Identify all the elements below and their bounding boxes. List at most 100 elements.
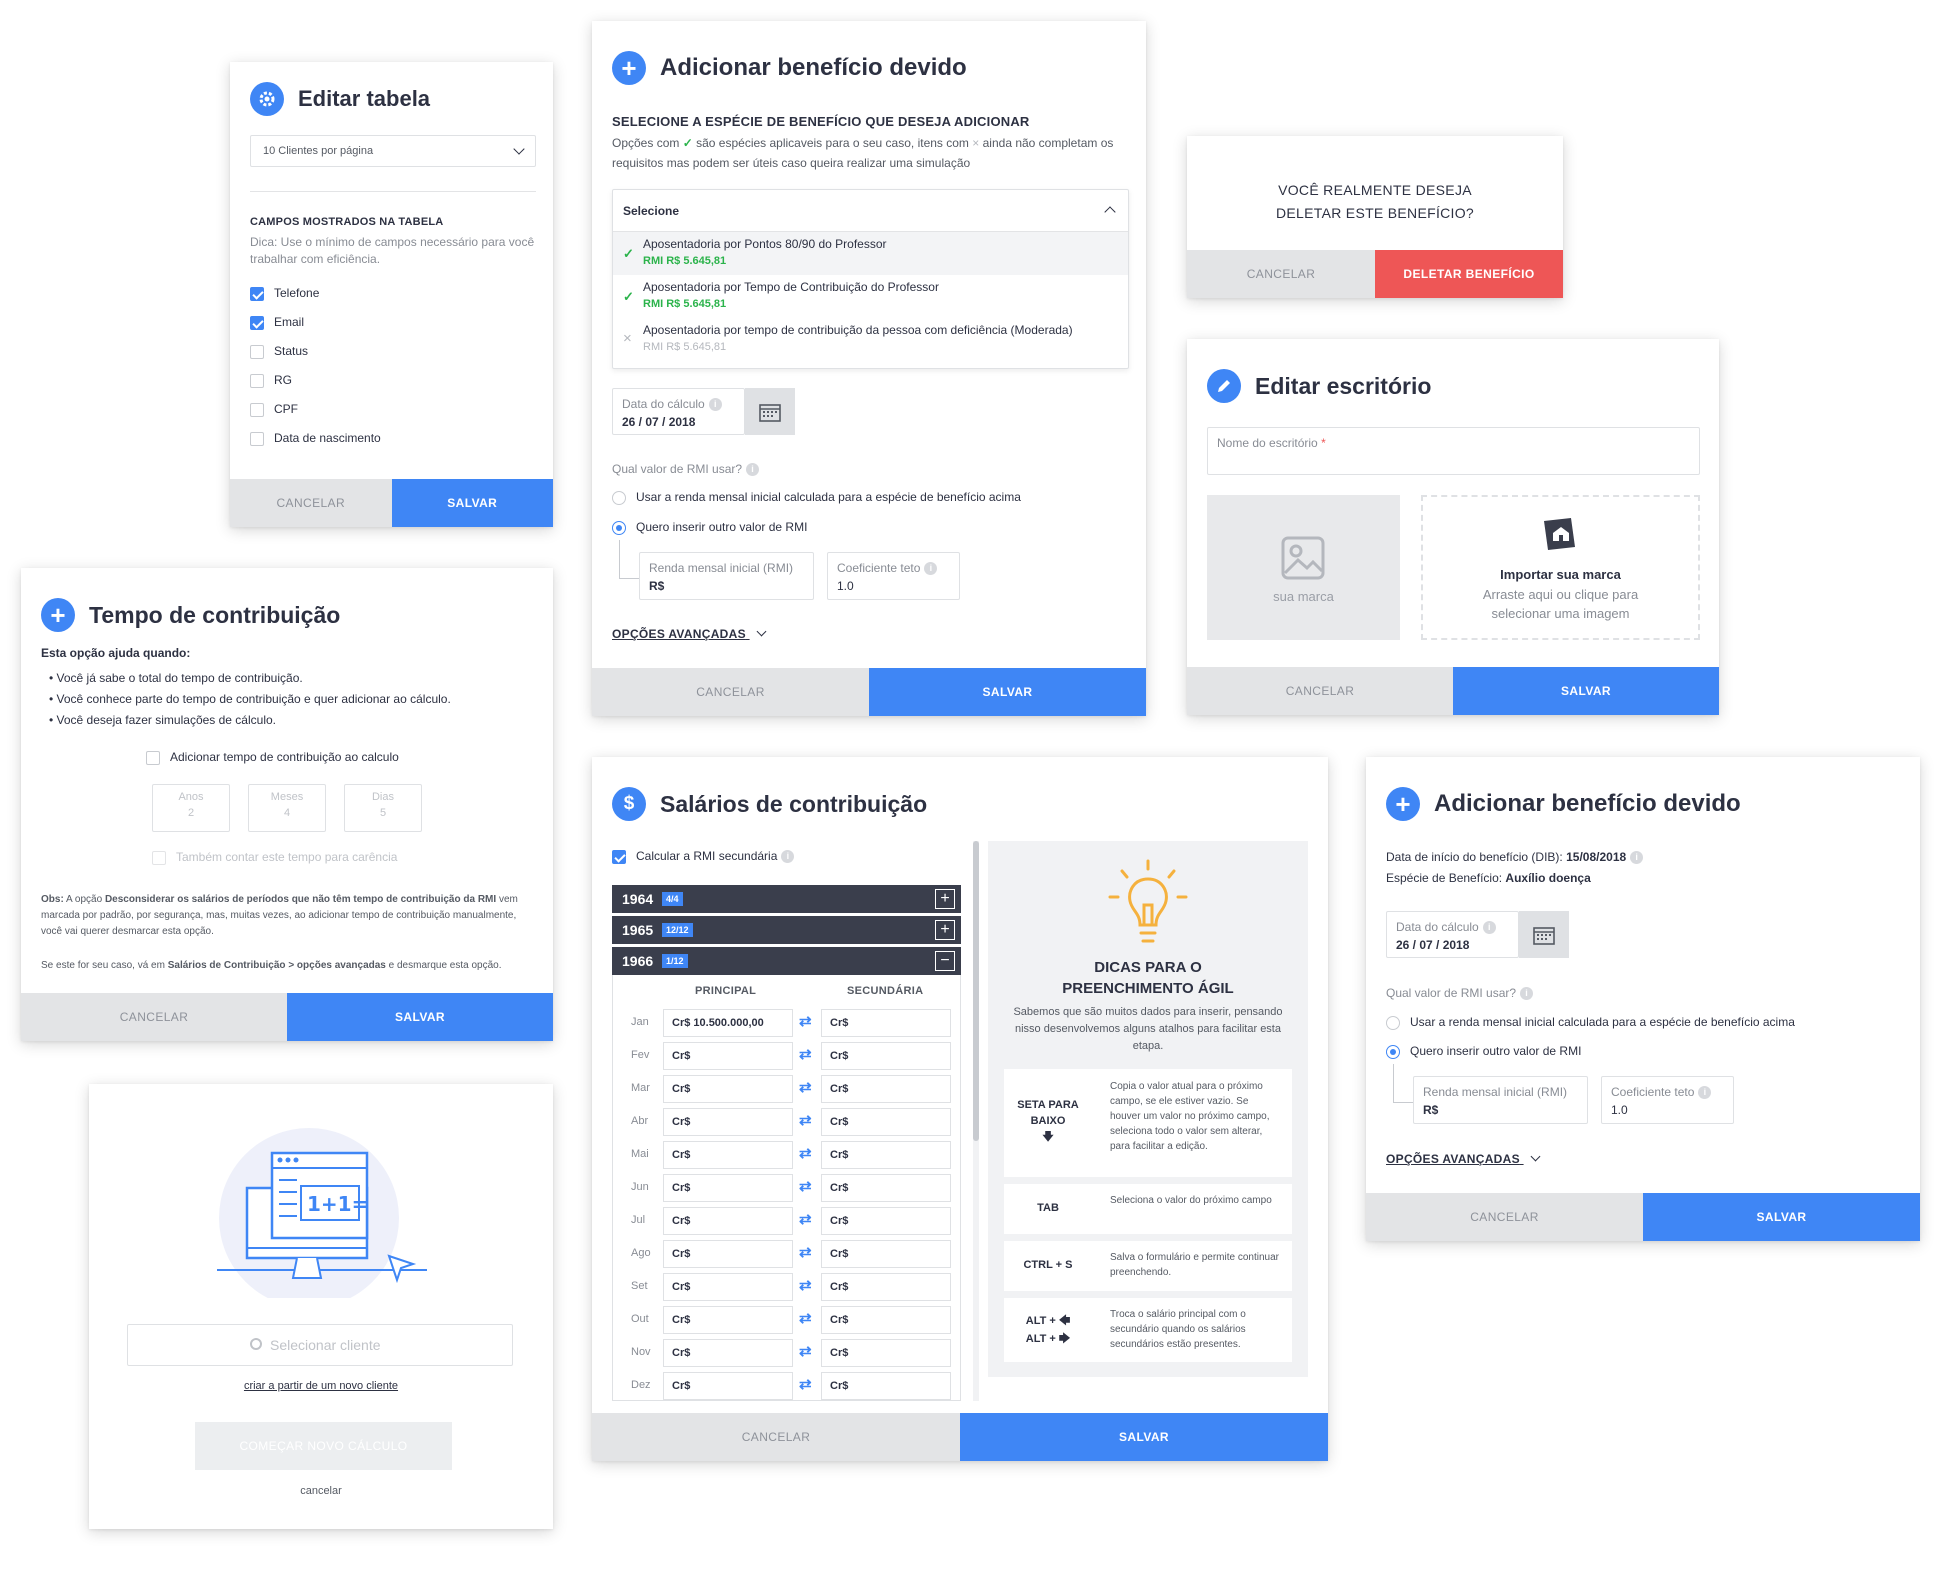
advanced-options-link[interactable]: OPÇÕES AVANÇADAS [612,626,767,641]
secundaria-input[interactable]: Cr$ [821,1108,951,1136]
radio-option-custom[interactable]: Quero inserir outro valor de RMI [1386,1044,1581,1059]
principal-input[interactable]: Cr$ [663,1273,793,1301]
checkbox[interactable] [250,402,264,417]
secundaria-input[interactable]: Cr$ [821,1141,951,1169]
checkbox[interactable] [250,373,264,388]
year-header-1964[interactable]: 1964 4/4 + [612,885,961,913]
date-field[interactable]: Data do cálculo i 26 / 07 / 2018 [1386,911,1519,958]
advanced-options-link[interactable]: OPÇÕES AVANÇADAS [1386,1151,1541,1166]
principal-input[interactable]: Cr$ [663,1108,793,1136]
secundaria-input[interactable]: Cr$ [821,1240,951,1268]
per-page-select[interactable]: 10 Clientes por página [250,135,536,167]
especie-option[interactable]: × Aposentadoria por tempo de contribuiçã… [613,318,1128,361]
date-field[interactable]: Data do cálculo i 26 / 07 / 2018 [612,388,745,435]
cancel-button[interactable]: CANCELAR [1187,667,1453,715]
radio[interactable] [612,490,626,505]
secundaria-input[interactable]: Cr$ [821,1207,951,1235]
checkbox[interactable] [250,315,264,330]
swap-icon[interactable]: ⇄ [799,1342,812,1360]
swap-icon[interactable]: ⇄ [799,1144,812,1162]
import-dropzone[interactable]: Importar sua marca Arraste aqui ou cliqu… [1421,495,1700,640]
principal-input[interactable]: Cr$ [663,1306,793,1334]
principal-input[interactable]: Cr$ [663,1075,793,1103]
add-tempo-checkbox-row[interactable]: Adicionar tempo de contribuição ao calcu… [146,750,399,765]
swap-icon[interactable]: ⇄ [799,1210,812,1228]
rmi-input[interactable]: Renda mensal inicial (RMI) R$ [639,552,814,600]
checkbox[interactable] [250,286,264,301]
cancel-button[interactable]: CANCELAR [1187,250,1375,298]
field-option-nascimento[interactable]: Data de nascimento [250,431,381,460]
radio[interactable] [1386,1044,1400,1059]
cancel-button[interactable]: CANCELAR [592,1413,960,1461]
principal-input[interactable]: Cr$ [663,1240,793,1268]
swap-icon[interactable]: ⇄ [799,1078,812,1096]
swap-icon[interactable]: ⇄ [799,1375,812,1393]
radio-option-calculated[interactable]: Usar a renda mensal inicial calculada pa… [1386,1015,1795,1030]
secundaria-input[interactable]: Cr$ [821,1339,951,1367]
year-header-1966[interactable]: 1966 1/12 − [612,947,961,975]
comecar-calculo-button[interactable]: COMEÇAR NOVO CÁLCULO [195,1422,452,1470]
rmi-secundaria-checkbox-row[interactable]: Calcular a RMI secundária i [612,849,795,864]
swap-icon[interactable]: ⇄ [799,1111,812,1129]
save-button[interactable]: SALVAR [869,668,1146,716]
dias-input[interactable]: Dias 5 [344,784,422,832]
swap-icon[interactable]: ⇄ [799,1012,812,1030]
save-button[interactable]: SALVAR [960,1413,1328,1461]
field-option-status[interactable]: Status [250,344,381,373]
save-button[interactable]: SALVAR [1453,667,1719,715]
anos-input[interactable]: Anos 2 [152,784,230,832]
principal-input[interactable]: Cr$ 10.500.000,00 [663,1009,793,1037]
checkbox[interactable] [250,344,264,359]
salarios-scroll-area[interactable]: 1964 4/4 + 1965 12/12 + 1966 1/12 − PRIN… [612,885,961,1401]
radio[interactable] [612,520,626,535]
secundaria-input[interactable]: Cr$ [821,1075,951,1103]
principal-input[interactable]: Cr$ [663,1372,793,1400]
principal-input[interactable]: Cr$ [663,1339,793,1367]
cancel-link[interactable]: cancelar [89,1485,553,1497]
principal-input[interactable]: Cr$ [663,1207,793,1235]
secundaria-input[interactable]: Cr$ [821,1372,951,1400]
radio-option-custom[interactable]: Quero inserir outro valor de RMI [612,520,807,535]
secundaria-input[interactable]: Cr$ [821,1042,951,1070]
swap-icon[interactable]: ⇄ [799,1177,812,1195]
year-header-1965[interactable]: 1965 12/12 + [612,916,961,944]
rmi-input[interactable]: Renda mensal inicial (RMI) R$ [1413,1076,1588,1124]
swap-icon[interactable]: ⇄ [799,1276,812,1294]
swap-icon[interactable]: ⇄ [799,1309,812,1327]
carencia-checkbox-row[interactable]: Também contar este tempo para carência [152,850,397,865]
scrollbar-thumb[interactable] [973,841,979,1141]
swap-icon[interactable]: ⇄ [799,1243,812,1261]
novo-cliente-link[interactable]: criar a partir de um novo cliente [89,1380,553,1392]
calendar-button[interactable] [1519,911,1569,958]
field-option-email[interactable]: Email [250,315,381,344]
swap-icon[interactable]: ⇄ [799,1045,812,1063]
principal-input[interactable]: Cr$ [663,1174,793,1202]
secundaria-input[interactable]: Cr$ [821,1009,951,1037]
especie-option[interactable]: ✓ Aposentadoria por Tempo de Contribuiçã… [613,275,1128,318]
scrollbar[interactable] [973,841,979,1401]
collapse-icon[interactable]: − [935,951,955,971]
principal-input[interactable]: Cr$ [663,1141,793,1169]
radio-option-calculated[interactable]: Usar a renda mensal inicial calculada pa… [612,490,1021,505]
save-button[interactable]: SALVAR [287,993,553,1041]
calendar-button[interactable] [745,388,795,435]
selecionar-cliente-input[interactable]: Selecionar cliente [127,1324,513,1366]
select-header[interactable]: Selecione [613,190,1128,232]
coef-input[interactable]: Coeficiente teto i 1.0 [827,552,960,600]
secundaria-input[interactable]: Cr$ [821,1273,951,1301]
especie-option[interactable]: ✓ Aposentadoria por Pontos 80/90 do Prof… [613,232,1128,275]
secundaria-input[interactable]: Cr$ [821,1306,951,1334]
expand-icon[interactable]: + [935,889,955,909]
field-option-cpf[interactable]: CPF [250,402,381,431]
cancel-button[interactable]: CANCELAR [592,668,869,716]
secundaria-input[interactable]: Cr$ [821,1174,951,1202]
field-option-telefone[interactable]: Telefone [250,286,381,315]
meses-input[interactable]: Meses 4 [248,784,326,832]
nome-escritorio-input[interactable]: Nome do escritório * [1207,427,1700,475]
checkbox[interactable] [250,431,264,446]
checkbox[interactable] [612,849,626,864]
cancel-button[interactable]: CANCELAR [1366,1193,1643,1241]
expand-icon[interactable]: + [935,920,955,940]
cancel-button[interactable]: CANCELAR [230,479,392,527]
principal-input[interactable]: Cr$ [663,1042,793,1070]
